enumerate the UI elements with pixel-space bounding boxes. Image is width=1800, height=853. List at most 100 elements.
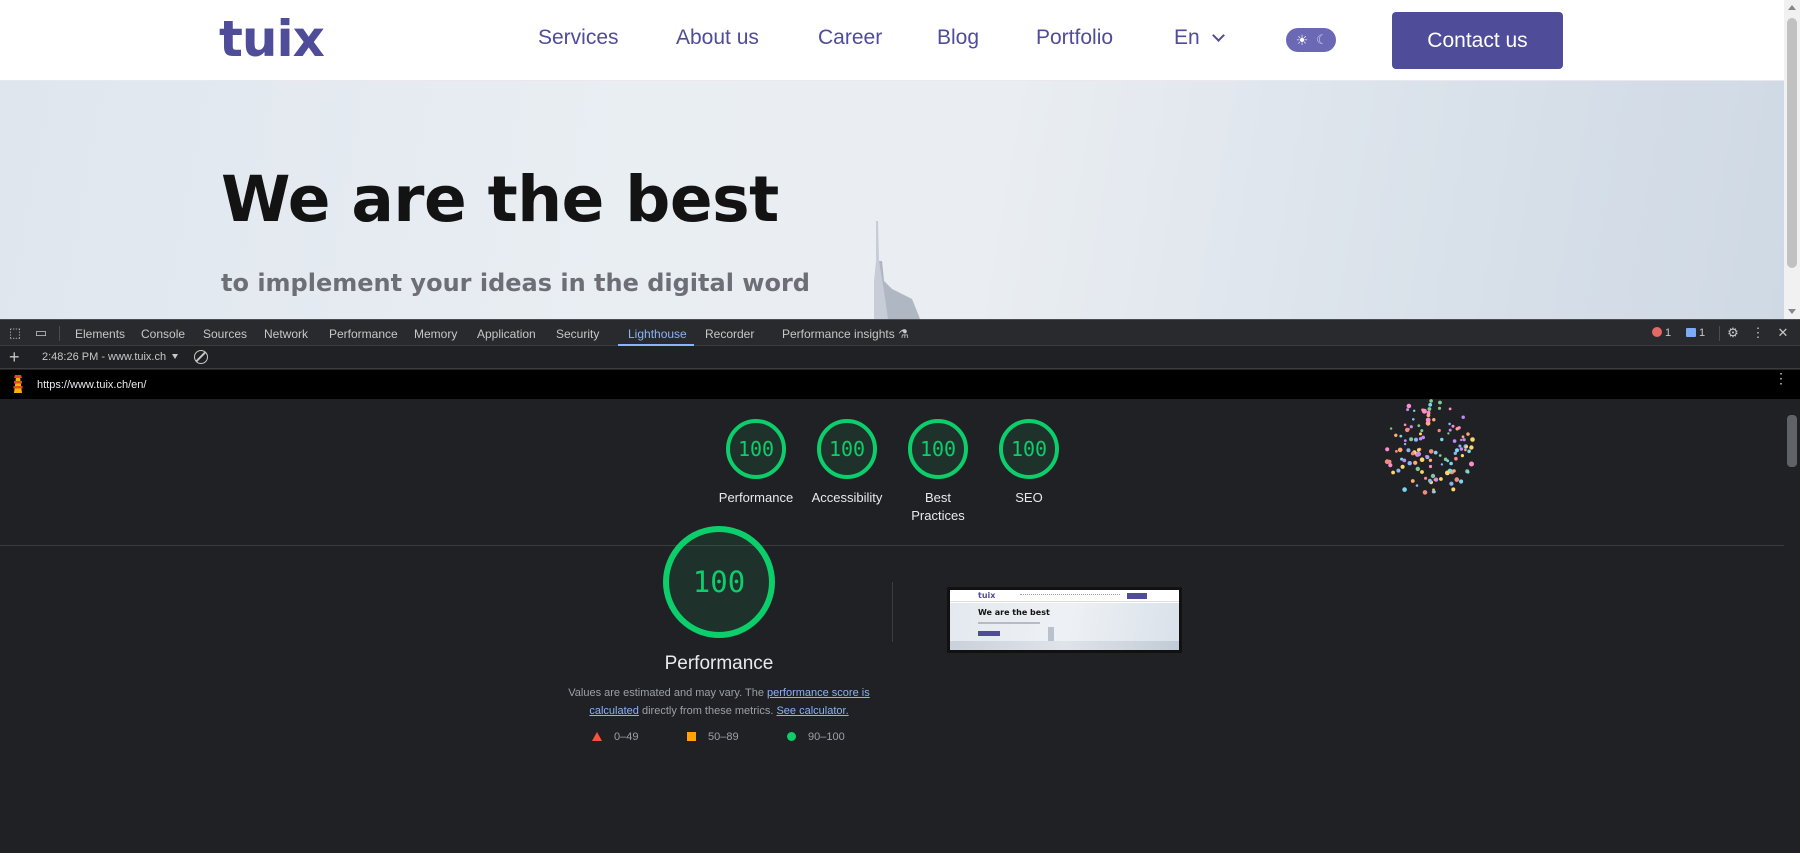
gauge-performance[interactable]: 100 Performance	[706, 419, 806, 507]
confetti-dot	[1396, 468, 1401, 473]
theme-toggle[interactable]: ☀ ☾	[1286, 28, 1336, 52]
report-scrollbar-thumb[interactable]	[1787, 415, 1797, 467]
confetti-dot	[1447, 432, 1450, 435]
error-icon	[1652, 327, 1662, 337]
toolbar-divider	[1719, 326, 1720, 341]
tab-memory[interactable]: Memory	[414, 327, 457, 341]
confetti-dot	[1389, 427, 1393, 430]
confetti-dot	[1457, 426, 1461, 430]
confetti-dot	[1430, 473, 1436, 479]
hero-subtitle: to implement your ideas in the digital w…	[221, 269, 810, 297]
lighthouse-report: 100 Performance 100 Accessibility 100 Be…	[0, 399, 1784, 853]
language-selector[interactable]: En	[1174, 26, 1225, 50]
confetti-dot	[1399, 434, 1403, 438]
report-url[interactable]: https://www.tuix.ch/en/	[37, 379, 146, 391]
thumbnail-nav	[1020, 594, 1120, 596]
confetti-dot	[1407, 427, 1410, 431]
tab-performance-insights[interactable]: Performance insights ⚗	[782, 327, 909, 341]
triangle-icon	[592, 732, 602, 741]
confetti-dot	[1425, 455, 1428, 458]
tab-console[interactable]: Console	[141, 327, 185, 341]
confetti-dot	[1413, 460, 1418, 465]
page-scrollbar[interactable]	[1784, 0, 1800, 319]
report-scrollbar[interactable]	[1784, 399, 1800, 853]
error-count-badge[interactable]: 1	[1652, 327, 1671, 339]
legend-average-label: 50–89	[708, 731, 739, 743]
confetti-dot	[1403, 423, 1407, 427]
see-calculator-link[interactable]: See calculator.	[776, 705, 848, 717]
confetti-dot	[1448, 428, 1452, 432]
scroll-up-icon[interactable]	[1788, 5, 1796, 10]
confetti-dot	[1464, 448, 1467, 452]
new-report-icon[interactable]: +	[9, 347, 20, 368]
close-icon[interactable]: ✕	[1775, 325, 1791, 341]
nav-about-us[interactable]: About us	[676, 26, 759, 50]
inspect-element-icon[interactable]: ⬚	[7, 325, 23, 341]
flask-icon: ⚗	[898, 327, 909, 341]
confetti-dot	[1466, 470, 1470, 474]
clear-reports-icon[interactable]	[194, 350, 208, 364]
contact-us-button[interactable]: Contact us	[1392, 12, 1563, 69]
confetti-dot	[1432, 418, 1436, 422]
message-count: 1	[1699, 327, 1706, 339]
confetti-dot	[1451, 487, 1456, 492]
confetti-dot	[1415, 466, 1420, 472]
tab-recorder[interactable]: Recorder	[705, 327, 754, 341]
language-label: En	[1174, 26, 1200, 49]
thumbnail-hero: We are the best	[950, 603, 1179, 650]
confetti-dot	[1432, 490, 1436, 494]
nav-career[interactable]: Career	[818, 26, 882, 50]
gauge-seo[interactable]: 100 SEO	[979, 419, 1079, 507]
devtools-tab-bar: ⬚ ▭ Elements Console Sources Network Per…	[0, 319, 1800, 346]
confetti-dot	[1415, 484, 1419, 487]
gauge-performance-label: Performance	[718, 490, 794, 505]
confetti-dot	[1451, 424, 1455, 428]
gauge-performance-score: 100	[726, 419, 786, 479]
confetti-dot	[1426, 410, 1431, 415]
gauge-best-practices[interactable]: 100 Best Practices	[888, 419, 988, 525]
performance-description: Values are estimated and may vary. The p…	[563, 684, 875, 720]
scroll-down-icon[interactable]	[1788, 309, 1796, 314]
confetti-dot	[1428, 449, 1434, 454]
nav-services[interactable]: Services	[538, 26, 619, 50]
scrollbar-thumb[interactable]	[1787, 18, 1797, 268]
gauge-accessibility[interactable]: 100 Accessibility	[797, 419, 897, 507]
confetti-dot	[1461, 435, 1465, 439]
confetti-dot	[1419, 457, 1425, 462]
tab-application[interactable]: Application	[477, 327, 536, 341]
gauge-seo-label: SEO	[1015, 490, 1043, 505]
confetti-dot	[1428, 458, 1433, 462]
site-logo[interactable]: tuix	[219, 10, 325, 68]
confetti-dot	[1402, 458, 1407, 463]
tab-performance[interactable]: Performance	[329, 327, 398, 341]
confetti-dot	[1462, 438, 1466, 442]
tab-network[interactable]: Network	[264, 327, 308, 341]
nav-blog[interactable]: Blog	[937, 26, 979, 50]
confetti-dot	[1470, 437, 1475, 442]
confetti-dot	[1400, 464, 1405, 469]
confetti-dot	[1433, 478, 1436, 481]
confetti-dot	[1417, 424, 1421, 427]
confetti-dot	[1409, 425, 1413, 429]
more-options-icon[interactable]: ⋮	[1750, 325, 1766, 341]
tab-performance-insights-label: Performance insights	[782, 327, 895, 341]
confetti-dot	[1439, 477, 1443, 481]
nav-portfolio[interactable]: Portfolio	[1036, 26, 1113, 50]
confetti-dot	[1410, 479, 1415, 483]
performance-main-gauge[interactable]: 100	[663, 526, 775, 638]
tab-elements[interactable]: Elements	[75, 327, 125, 341]
confetti-dot	[1412, 418, 1415, 421]
final-screenshot-thumbnail[interactable]: tuix We are the best	[947, 587, 1182, 653]
tab-security[interactable]: Security	[556, 327, 599, 341]
tab-sources[interactable]: Sources	[203, 327, 247, 341]
confetti-dot	[1385, 447, 1390, 452]
confetti-dot	[1446, 459, 1450, 463]
tab-lighthouse[interactable]: Lighthouse	[628, 327, 687, 341]
confetti-dot	[1437, 406, 1442, 410]
message-count-badge[interactable]: 1	[1686, 327, 1705, 339]
confetti-dot	[1438, 400, 1442, 405]
settings-gear-icon[interactable]: ⚙	[1725, 325, 1741, 341]
report-selector[interactable]: 2:48:26 PM - www.tuix.ch	[42, 351, 179, 363]
device-toolbar-icon[interactable]: ▭	[33, 325, 49, 341]
report-menu-icon[interactable]: ⋮	[1774, 371, 1788, 385]
